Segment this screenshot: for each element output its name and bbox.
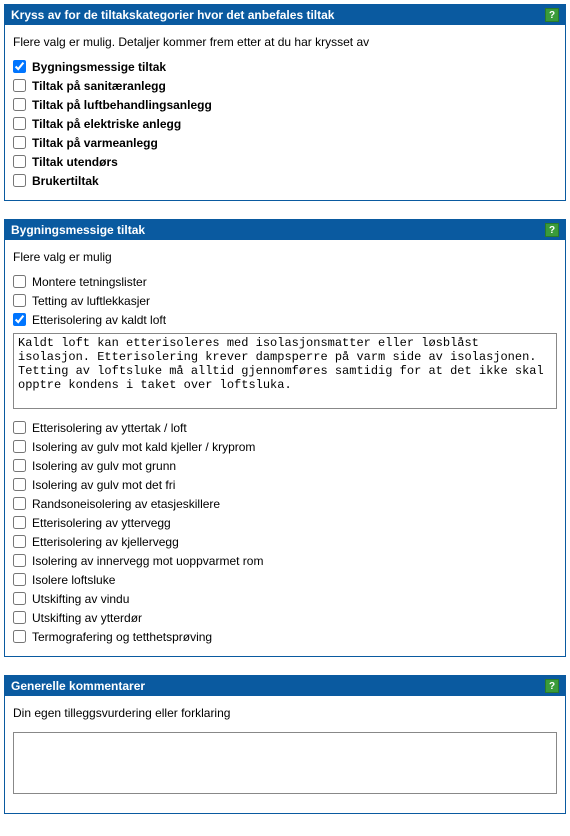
checkbox-label: Etterisolering av yttertak / loft bbox=[32, 421, 187, 435]
checkbox[interactable] bbox=[13, 497, 26, 510]
check-item: Etterisolering av yttervegg bbox=[13, 513, 557, 532]
categories-hint: Flere valg er mulig. Detaljer kommer fre… bbox=[13, 35, 557, 49]
checkbox-label: Isolering av gulv mot kald kjeller / kry… bbox=[32, 440, 255, 454]
checkbox[interactable] bbox=[13, 459, 26, 472]
check-item: Brukertiltak bbox=[13, 171, 557, 190]
checkbox[interactable] bbox=[13, 174, 26, 187]
checkbox-label: Tiltak utendørs bbox=[32, 155, 118, 169]
help-icon[interactable]: ? bbox=[545, 8, 559, 22]
checkbox[interactable] bbox=[13, 516, 26, 529]
detail-textarea[interactable] bbox=[13, 333, 557, 409]
building-header: Bygningsmessige tiltak ? bbox=[5, 220, 565, 240]
checkbox[interactable] bbox=[13, 440, 26, 453]
checkbox-label: Tiltak på varmeanlegg bbox=[32, 136, 158, 150]
checkbox[interactable] bbox=[13, 554, 26, 567]
check-item: Bygningsmessige tiltak bbox=[13, 57, 557, 76]
check-item: Etterisolering av kaldt loft bbox=[13, 310, 557, 329]
checkbox[interactable] bbox=[13, 313, 26, 326]
checkbox-label: Etterisolering av yttervegg bbox=[32, 516, 171, 530]
checkbox-label: Bygningsmessige tiltak bbox=[32, 60, 166, 74]
checkbox[interactable] bbox=[13, 592, 26, 605]
categories-body: Flere valg er mulig. Detaljer kommer fre… bbox=[5, 25, 565, 200]
check-item: Tiltak på varmeanlegg bbox=[13, 133, 557, 152]
categories-header: Kryss av for de tiltakskategorier hvor d… bbox=[5, 5, 565, 25]
check-item: Tiltak på luftbehandlingsanlegg bbox=[13, 95, 557, 114]
checkbox[interactable] bbox=[13, 421, 26, 434]
check-item: Etterisolering av yttertak / loft bbox=[13, 418, 557, 437]
checkbox[interactable] bbox=[13, 611, 26, 624]
check-item: Termografering og tetthetsprøving bbox=[13, 627, 557, 646]
check-item: Etterisolering av kjellervegg bbox=[13, 532, 557, 551]
checkbox[interactable] bbox=[13, 117, 26, 130]
checkbox-label: Utskifting av vindu bbox=[32, 592, 129, 606]
comments-panel: Generelle kommentarer ? Din egen tillegg… bbox=[4, 675, 566, 814]
categories-panel: Kryss av for de tiltakskategorier hvor d… bbox=[4, 4, 566, 201]
check-item: Tiltak utendørs bbox=[13, 152, 557, 171]
check-item: Utskifting av vindu bbox=[13, 589, 557, 608]
checkbox-label: Tetting av luftlekkasjer bbox=[32, 294, 150, 308]
checkbox[interactable] bbox=[13, 535, 26, 548]
checkbox[interactable] bbox=[13, 294, 26, 307]
checkbox-label: Isolering av gulv mot det fri bbox=[32, 478, 175, 492]
checkbox-label: Isolere loftsluke bbox=[32, 573, 115, 587]
check-item: Utskifting av ytterdør bbox=[13, 608, 557, 627]
checkbox-label: Tiltak på elektriske anlegg bbox=[32, 117, 181, 131]
comments-hint: Din egen tilleggsvurdering eller forklar… bbox=[13, 706, 557, 720]
comments-body: Din egen tilleggsvurdering eller forklar… bbox=[5, 696, 565, 813]
checkbox-label: Isolering av innervegg mot uoppvarmet ro… bbox=[32, 554, 263, 568]
checkbox-label: Isolering av gulv mot grunn bbox=[32, 459, 176, 473]
check-item: Tiltak på elektriske anlegg bbox=[13, 114, 557, 133]
checkbox[interactable] bbox=[13, 60, 26, 73]
check-item: Isolere loftsluke bbox=[13, 570, 557, 589]
checkbox[interactable] bbox=[13, 98, 26, 111]
checkbox[interactable] bbox=[13, 573, 26, 586]
building-hint: Flere valg er mulig bbox=[13, 250, 557, 264]
comments-header: Generelle kommentarer ? bbox=[5, 676, 565, 696]
check-item: Tetting av luftlekkasjer bbox=[13, 291, 557, 310]
checkbox-label: Termografering og tetthetsprøving bbox=[32, 630, 212, 644]
checkbox-label: Etterisolering av kaldt loft bbox=[32, 313, 166, 327]
checkbox-label: Randsoneisolering av etasjeskillere bbox=[32, 497, 220, 511]
checkbox-label: Montere tetningslister bbox=[32, 275, 147, 289]
checkbox-label: Brukertiltak bbox=[32, 174, 99, 188]
comments-textarea[interactable] bbox=[13, 732, 557, 794]
check-item: Isolering av gulv mot kald kjeller / kry… bbox=[13, 437, 557, 456]
checkbox[interactable] bbox=[13, 478, 26, 491]
checkbox[interactable] bbox=[13, 630, 26, 643]
check-item: Montere tetningslister bbox=[13, 272, 557, 291]
categories-title: Kryss av for de tiltakskategorier hvor d… bbox=[11, 8, 334, 22]
checkbox[interactable] bbox=[13, 79, 26, 92]
check-item: Randsoneisolering av etasjeskillere bbox=[13, 494, 557, 513]
check-item: Isolering av gulv mot det fri bbox=[13, 475, 557, 494]
building-title: Bygningsmessige tiltak bbox=[11, 223, 145, 237]
checkbox-label: Etterisolering av kjellervegg bbox=[32, 535, 179, 549]
building-panel: Bygningsmessige tiltak ? Flere valg er m… bbox=[4, 219, 566, 657]
help-icon[interactable]: ? bbox=[545, 679, 559, 693]
checkbox-label: Utskifting av ytterdør bbox=[32, 611, 142, 625]
check-item: Isolering av innervegg mot uoppvarmet ro… bbox=[13, 551, 557, 570]
check-item: Isolering av gulv mot grunn bbox=[13, 456, 557, 475]
comments-title: Generelle kommentarer bbox=[11, 679, 145, 693]
checkbox-label: Tiltak på luftbehandlingsanlegg bbox=[32, 98, 212, 112]
building-body: Flere valg er mulig Montere tetningslist… bbox=[5, 240, 565, 656]
checkbox[interactable] bbox=[13, 155, 26, 168]
help-icon[interactable]: ? bbox=[545, 223, 559, 237]
checkbox-label: Tiltak på sanitæranlegg bbox=[32, 79, 166, 93]
checkbox[interactable] bbox=[13, 275, 26, 288]
checkbox[interactable] bbox=[13, 136, 26, 149]
check-item: Tiltak på sanitæranlegg bbox=[13, 76, 557, 95]
